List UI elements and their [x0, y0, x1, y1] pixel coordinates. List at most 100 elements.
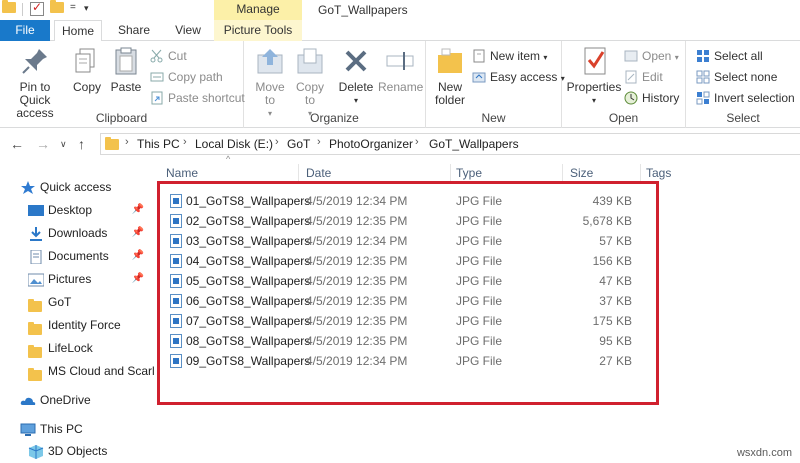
- pin-icon[interactable]: 📌: [132, 245, 144, 267]
- open-group: Properties ▾ Open ▾ Edit History Open: [562, 41, 686, 128]
- sort-ascending-icon: ^: [226, 154, 231, 164]
- star-icon: [20, 180, 36, 194]
- window-title: GoT_Wallpapers: [318, 3, 408, 17]
- easy-access-button[interactable]: Easy access ▾: [472, 68, 565, 86]
- column-header-tags[interactable]: Tags: [646, 166, 671, 180]
- nav-ms-cloud[interactable]: MS Cloud and Scarl: [0, 360, 155, 382]
- chevron-right-icon[interactable]: ›: [275, 136, 279, 148]
- nav-identity-force[interactable]: Identity Force: [0, 314, 150, 336]
- desktop-icon: [28, 203, 44, 217]
- pin-icon[interactable]: 📌: [132, 222, 144, 244]
- nav-documents[interactable]: Documents 📌: [0, 245, 150, 267]
- chevron-down-icon: ▾: [543, 53, 548, 62]
- nav-3d-objects[interactable]: 3D Objects: [0, 440, 150, 462]
- edit-button[interactable]: Edit: [624, 68, 663, 86]
- easy-access-icon: [472, 70, 486, 84]
- column-header-name[interactable]: Name: [166, 166, 198, 180]
- invert-selection-button[interactable]: Invert selection: [696, 89, 795, 107]
- column-divider[interactable]: [298, 164, 299, 182]
- chevron-right-icon[interactable]: ›: [317, 136, 321, 148]
- folder-icon: [28, 366, 44, 381]
- new-folder-quick-access-icon[interactable]: [50, 0, 64, 16]
- copy-button[interactable]: Copy: [70, 45, 104, 94]
- properties-quick-access-icon[interactable]: [30, 0, 44, 16]
- tab-picture-tools[interactable]: Picture Tools: [214, 20, 302, 41]
- pin-to-quick-access-button[interactable]: Pin to Quick access: [4, 45, 66, 120]
- chevron-right-icon[interactable]: ›: [125, 136, 129, 148]
- nav-quick-access[interactable]: Quick access: [0, 176, 150, 198]
- watermark: wsxdn.com: [736, 447, 792, 459]
- paste-button[interactable]: Paste: [108, 45, 144, 94]
- manage-context-tab[interactable]: Manage: [214, 0, 302, 20]
- group-label-new: New: [481, 111, 506, 125]
- select-none-button[interactable]: Select none: [696, 68, 777, 86]
- nav-lifelock[interactable]: LifeLock: [0, 337, 150, 359]
- navigation-pane: Quick access Desktop 📌 Downloads 📌 Docum…: [0, 160, 160, 463]
- tab-home[interactable]: Home: [54, 20, 102, 42]
- nav-desktop[interactable]: Desktop 📌: [0, 199, 150, 221]
- pin-icon[interactable]: =: [70, 2, 76, 13]
- select-none-icon: [696, 70, 710, 84]
- cloud-icon: [20, 393, 36, 407]
- column-divider[interactable]: [450, 164, 451, 182]
- tab-share[interactable]: Share: [112, 20, 156, 41]
- pin-icon[interactable]: 📌: [132, 199, 144, 221]
- history-button[interactable]: History: [624, 89, 679, 107]
- copy-to-button[interactable]: Copy to ▾: [292, 45, 328, 120]
- title-bar: = ▾ Manage GoT_Wallpapers: [0, 0, 800, 20]
- column-header-size[interactable]: Size: [570, 166, 593, 180]
- folder-icon: [2, 0, 16, 16]
- delete-x-icon: [340, 45, 372, 77]
- invert-selection-icon: [696, 91, 710, 105]
- toolbar-divider: [22, 3, 23, 16]
- breadcrumb-got-wallpapers[interactable]: GoT_Wallpapers: [429, 137, 519, 151]
- pin-icon[interactable]: 📌: [132, 268, 144, 290]
- chevron-down-icon: ▾: [674, 53, 679, 62]
- open-icon: [624, 49, 638, 63]
- breadcrumb-photoorganizer[interactable]: PhotoOrganizer: [329, 137, 413, 151]
- rename-icon: [384, 45, 416, 77]
- breadcrumb-local-disk[interactable]: Local Disk (E:): [195, 137, 273, 151]
- chevron-right-icon[interactable]: ›: [183, 136, 187, 148]
- nav-onedrive[interactable]: OneDrive: [0, 389, 150, 411]
- clipboard-group: Pin to Quick access Copy Paste Cut Copy …: [0, 41, 245, 128]
- column-divider[interactable]: [640, 164, 641, 182]
- address-bar[interactable]: › This PC › Local Disk (E:) › GoT › Phot…: [100, 133, 800, 155]
- back-arrow-icon[interactable]: ←: [10, 136, 24, 152]
- nav-got[interactable]: GoT: [0, 291, 150, 313]
- forward-arrow-icon[interactable]: →: [36, 136, 50, 152]
- column-header-date[interactable]: Date: [306, 166, 331, 180]
- new-folder-button[interactable]: New folder: [432, 45, 468, 107]
- breadcrumb-got[interactable]: GoT: [287, 137, 310, 151]
- folder-icon: [28, 297, 44, 312]
- tab-file[interactable]: File: [0, 20, 50, 41]
- properties-button[interactable]: Properties ▾: [566, 45, 622, 107]
- tab-view[interactable]: View: [166, 20, 210, 41]
- up-arrow-icon[interactable]: ↑: [78, 136, 85, 152]
- column-divider[interactable]: [562, 164, 563, 182]
- select-all-button[interactable]: Select all: [696, 47, 763, 65]
- new-item-button[interactable]: New item ▾: [472, 47, 547, 65]
- navigation-bar: ← → ∨ ↑ › This PC › Local Disk (E:) › Go…: [0, 130, 800, 158]
- move-to-button[interactable]: Move to ▾: [252, 45, 288, 120]
- new-item-icon: [472, 49, 486, 63]
- breadcrumb-this-pc[interactable]: This PC: [137, 137, 180, 151]
- recent-locations-chevron-icon[interactable]: ∨: [60, 139, 67, 150]
- nav-downloads[interactable]: Downloads 📌: [0, 222, 150, 244]
- delete-button[interactable]: Delete ▾: [336, 45, 376, 107]
- group-label-select: Select: [726, 111, 760, 125]
- chevron-down-icon[interactable]: ▾: [84, 3, 89, 14]
- open-button[interactable]: Open ▾: [624, 47, 679, 65]
- rename-button[interactable]: Rename: [378, 45, 423, 94]
- pushpin-icon: [19, 45, 51, 77]
- paste-shortcut-button[interactable]: Paste shortcut: [150, 89, 245, 107]
- group-label-open: Open: [608, 111, 639, 125]
- chevron-right-icon[interactable]: ›: [415, 136, 419, 148]
- column-header-type[interactable]: Type: [456, 166, 482, 180]
- cut-button[interactable]: Cut: [150, 47, 187, 65]
- edit-icon: [624, 70, 638, 84]
- copy-path-button[interactable]: Copy path: [150, 68, 223, 86]
- nav-pictures[interactable]: Pictures 📌: [0, 268, 150, 290]
- nav-this-pc[interactable]: This PC: [0, 418, 150, 440]
- ribbon-tabs: File Home Share View Picture Tools: [0, 20, 800, 42]
